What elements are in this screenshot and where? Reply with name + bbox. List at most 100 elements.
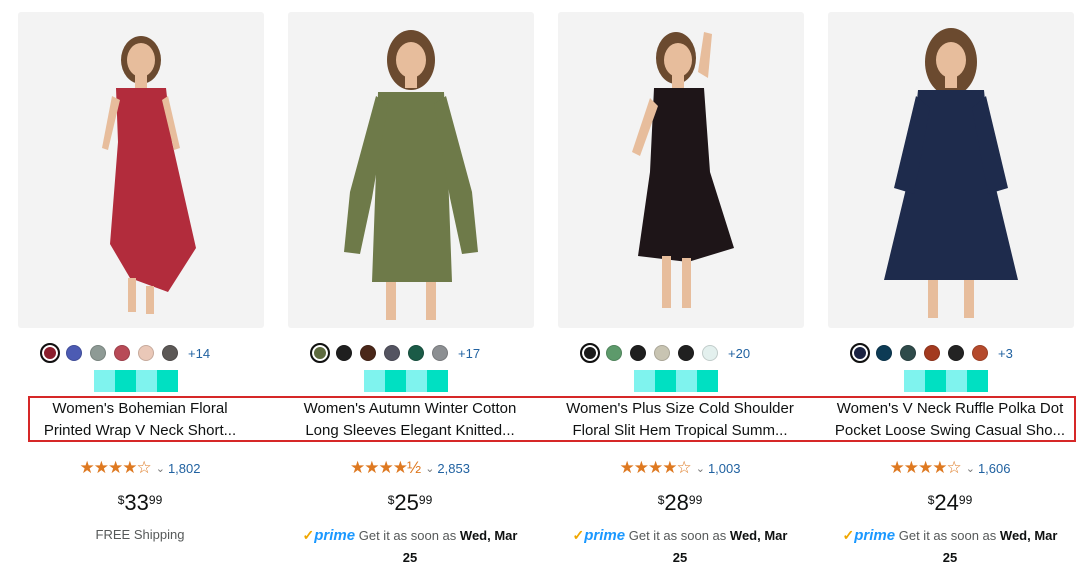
rating-count[interactable]: 1,003: [708, 461, 741, 476]
color-swatch[interactable]: [114, 345, 130, 361]
price-symbol: $: [657, 493, 665, 507]
title-line[interactable]: Women's Autumn Winter Cotton: [288, 398, 532, 420]
color-swatch[interactable]: [432, 345, 448, 361]
product-image[interactable]: [828, 12, 1074, 328]
color-swatch[interactable]: [876, 345, 892, 361]
more-colors-link[interactable]: +17: [458, 346, 480, 361]
chevron-down-icon[interactable]: ⌄: [156, 462, 165, 475]
price-symbol: $: [927, 493, 935, 507]
price-symbol: $: [117, 493, 125, 507]
color-swatches: +3: [850, 342, 1013, 364]
rating-row[interactable]: ★★★★☆ ⌄ 1,802: [18, 458, 262, 478]
product-title[interactable]: Women's Plus Size Cold Shoulder Floral S…: [558, 398, 802, 442]
rating-row[interactable]: ★★★★½ ⌄ 2,853: [288, 458, 532, 478]
color-swatch[interactable]: [630, 345, 646, 361]
more-colors-link[interactable]: +20: [728, 346, 750, 361]
prime-check-icon: ✓: [572, 527, 585, 543]
star-rating-icon[interactable]: ★★★★☆: [890, 458, 962, 478]
color-swatch[interactable]: [310, 343, 330, 363]
color-strip: [94, 370, 178, 392]
rating-count[interactable]: 1,606: [978, 461, 1011, 476]
color-swatch[interactable]: [948, 345, 964, 361]
rating-count[interactable]: 2,853: [437, 461, 470, 476]
color-swatches: +20: [580, 342, 750, 364]
delivery-day: 25: [942, 550, 958, 565]
product-card[interactable]: +17 Women's Autumn Winter Cotton Long Sl…: [288, 12, 538, 565]
color-swatch[interactable]: [336, 345, 352, 361]
product-image[interactable]: [288, 12, 534, 328]
title-line[interactable]: Printed Wrap V Neck Short...: [18, 420, 262, 442]
title-line[interactable]: Women's V Neck Ruffle Polka Dot: [828, 398, 1072, 420]
color-swatch[interactable]: [66, 345, 82, 361]
star-rating-icon[interactable]: ★★★★☆: [620, 458, 692, 478]
delivery-day: 25: [402, 550, 418, 565]
color-swatch[interactable]: [654, 345, 670, 361]
price-whole: 33: [124, 490, 149, 515]
rating-count[interactable]: 1,802: [168, 461, 201, 476]
color-swatch[interactable]: [850, 343, 870, 363]
title-line[interactable]: Long Sleeves Elegant Knitted...: [288, 420, 532, 442]
prime-logo: prime: [854, 527, 896, 544]
color-swatch[interactable]: [138, 345, 154, 361]
prime-logo: prime: [314, 527, 356, 544]
product-title[interactable]: Women's V Neck Ruffle Polka Dot Pocket L…: [828, 398, 1072, 442]
shipping-info: ✓prime Get it as soon as Wed, Mar 25: [288, 524, 532, 569]
color-swatch[interactable]: [90, 345, 106, 361]
chevron-down-icon[interactable]: ⌄: [425, 462, 434, 475]
rating-row[interactable]: ★★★★☆ ⌄ 1,003: [558, 458, 802, 478]
price-fraction: 99: [688, 493, 703, 507]
color-swatch[interactable]: [360, 345, 376, 361]
color-swatch[interactable]: [678, 345, 694, 361]
delivery-text: Get it as soon as: [628, 528, 727, 543]
color-swatches: +14: [40, 342, 210, 364]
title-line[interactable]: Women's Bohemian Floral: [18, 398, 262, 420]
color-strip: [904, 370, 988, 392]
title-line[interactable]: Women's Plus Size Cold Shoulder: [558, 398, 802, 420]
product-image[interactable]: [18, 12, 264, 328]
color-swatch[interactable]: [384, 345, 400, 361]
color-swatch[interactable]: [972, 345, 988, 361]
shipping-info: ✓prime Get it as soon as Wed, Mar 25: [558, 524, 802, 569]
delivery-date: Wed, Mar: [999, 528, 1058, 543]
prime-check-icon: ✓: [842, 527, 855, 543]
color-swatch[interactable]: [606, 345, 622, 361]
product-title[interactable]: Women's Autumn Winter Cotton Long Sleeve…: [288, 398, 532, 442]
color-swatch[interactable]: [408, 345, 424, 361]
delivery-text: Get it as soon as: [898, 528, 997, 543]
delivery-day: 25: [672, 550, 688, 565]
color-swatches: +17: [310, 342, 480, 364]
color-swatch[interactable]: [702, 345, 718, 361]
price: $2599: [288, 490, 532, 516]
title-line[interactable]: Pocket Loose Swing Casual Sho...: [828, 420, 1072, 442]
price: $2499: [828, 490, 1072, 516]
color-strip: [634, 370, 718, 392]
product-card[interactable]: +14 Women's Bohemian Floral Printed Wrap…: [18, 12, 268, 552]
color-swatch[interactable]: [900, 345, 916, 361]
star-rating-icon[interactable]: ★★★★☆: [80, 458, 152, 478]
delivery-text: Get it as soon as: [358, 528, 457, 543]
chevron-down-icon[interactable]: ⌄: [966, 462, 975, 475]
price-whole: 25: [394, 490, 419, 515]
prime-logo: prime: [584, 527, 626, 544]
price-fraction: 99: [958, 493, 973, 507]
price: $2899: [558, 490, 802, 516]
price-fraction: 99: [148, 493, 163, 507]
color-swatch[interactable]: [162, 345, 178, 361]
shipping-info: FREE Shipping: [95, 527, 185, 542]
product-card[interactable]: +3 Women's V Neck Ruffle Polka Dot Pocke…: [828, 12, 1078, 565]
chevron-down-icon[interactable]: ⌄: [696, 462, 705, 475]
color-swatch[interactable]: [40, 343, 60, 363]
color-swatch[interactable]: [580, 343, 600, 363]
prime-check-icon: ✓: [302, 527, 315, 543]
more-colors-link[interactable]: +3: [998, 346, 1013, 361]
price-whole: 28: [664, 490, 689, 515]
price-symbol: $: [387, 493, 395, 507]
rating-row[interactable]: ★★★★☆ ⌄ 1,606: [828, 458, 1072, 478]
product-card[interactable]: +20 Women's Plus Size Cold Shoulder Flor…: [558, 12, 808, 565]
color-swatch[interactable]: [924, 345, 940, 361]
title-line[interactable]: Floral Slit Hem Tropical Summ...: [558, 420, 802, 442]
product-image[interactable]: [558, 12, 804, 328]
star-rating-icon[interactable]: ★★★★½: [350, 458, 421, 478]
product-title[interactable]: Women's Bohemian Floral Printed Wrap V N…: [18, 398, 262, 442]
more-colors-link[interactable]: +14: [188, 346, 210, 361]
